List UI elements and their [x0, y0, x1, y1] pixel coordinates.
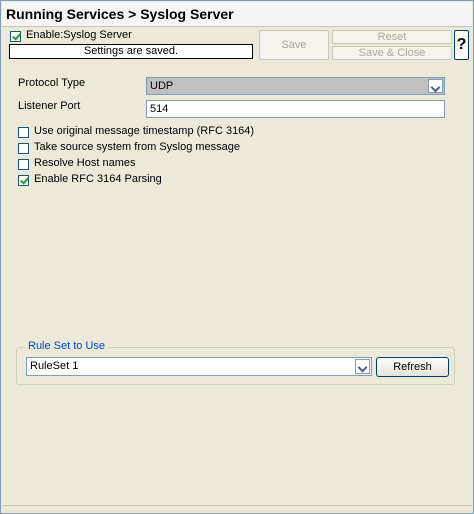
panel-divider: [2, 505, 472, 508]
chevron-down-icon[interactable]: [428, 79, 443, 93]
status-text: Settings are saved.: [83, 45, 179, 57]
protocol-type-label: Protocol Type: [18, 77, 86, 89]
ruleset-group-label: Rule Set to Use: [25, 340, 109, 352]
option-label-resolve-hosts: Resolve Host names: [34, 157, 136, 169]
save-close-button[interactable]: Save & Close: [332, 46, 452, 60]
save-button-label: Save: [281, 39, 307, 51]
option-checkbox-rfc3164-parsing[interactable]: [18, 175, 29, 186]
status-message: Settings are saved.: [9, 44, 253, 59]
reset-button[interactable]: Reset: [332, 30, 452, 44]
chevron-down-icon[interactable]: [355, 359, 370, 374]
listener-port-label: Listener Port: [18, 100, 81, 112]
save-close-button-label: Save & Close: [358, 47, 426, 59]
window-title: Running Services > Syslog Server: [6, 6, 234, 22]
option-label-rfc3164-parsing: Enable RFC 3164 Parsing: [34, 173, 162, 185]
help-button[interactable]: ?: [454, 30, 469, 60]
refresh-button-label: Refresh: [393, 361, 432, 373]
reset-button-label: Reset: [377, 31, 407, 43]
protocol-type-select[interactable]: UDP: [146, 77, 445, 95]
option-label-source-system: Take source system from Syslog message: [34, 141, 241, 153]
enable-syslog-label: Enable:Syslog Server: [26, 29, 132, 41]
save-button[interactable]: Save: [259, 30, 329, 60]
option-checkbox-original-timestamp[interactable]: [18, 127, 29, 138]
enable-syslog-checkbox[interactable]: [10, 31, 21, 42]
syslog-server-panel: Running Services > Syslog Server Enable:…: [0, 0, 474, 514]
option-checkbox-source-system[interactable]: [18, 143, 29, 154]
ruleset-value: RuleSet 1: [30, 360, 79, 372]
ruleset-select[interactable]: RuleSet 1: [26, 357, 372, 376]
listener-port-field-box: [146, 100, 445, 118]
listener-port-input[interactable]: [150, 102, 440, 116]
refresh-button[interactable]: Refresh: [376, 357, 449, 377]
protocol-type-value: UDP: [150, 80, 174, 92]
option-checkbox-resolve-hosts[interactable]: [18, 159, 29, 170]
title-bar: Running Services > Syslog Server: [2, 2, 472, 27]
option-label-original-timestamp: Use original message timestamp (RFC 3164…: [34, 125, 255, 137]
help-icon: ?: [456, 36, 467, 53]
